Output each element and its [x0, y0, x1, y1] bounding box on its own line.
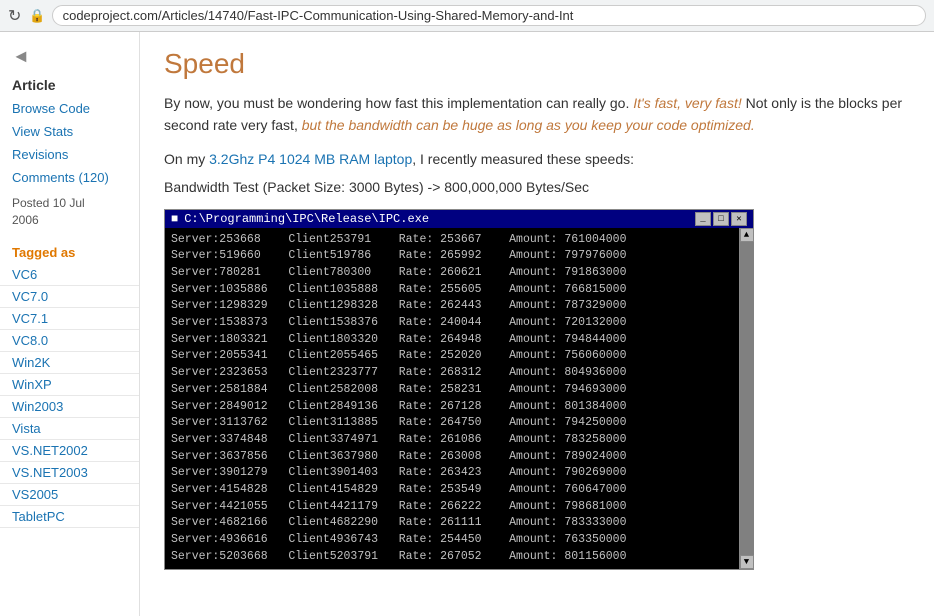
console-scrollbar[interactable]: ▲ ▼: [739, 228, 753, 569]
refresh-icon[interactable]: ↻: [8, 6, 21, 26]
measured-paragraph: On my 3.2Ghz P4 1024 MB RAM laptop, I re…: [164, 151, 910, 167]
console-line: Server:2323653 Client2323777 Rate: 26831…: [171, 365, 733, 382]
nav-view-stats[interactable]: View Stats: [0, 120, 139, 143]
console-title-text: C:\Programming\IPC\Release\IPC.exe: [184, 212, 429, 226]
posted-info: Posted 10 Jul2006: [0, 189, 139, 235]
console-window: ■ C:\Programming\IPC\Release\IPC.exe _ □…: [164, 209, 754, 570]
nav-browse-code[interactable]: Browse Code: [0, 97, 139, 120]
window-controls: _ □ ✕: [695, 212, 747, 226]
tag-vc6[interactable]: VC6: [0, 264, 139, 286]
minimize-button[interactable]: _: [695, 212, 711, 226]
scroll-track: [740, 242, 754, 555]
console-line: Server:5203668 Client5203791 Rate: 26705…: [171, 549, 733, 566]
sidebar: ◄ Article Browse Code View Stats Revisio…: [0, 32, 140, 616]
close-button[interactable]: ✕: [731, 212, 747, 226]
tag-winxp[interactable]: WinXP: [0, 374, 139, 396]
console-line: Server:1803321 Client1803320 Rate: 26494…: [171, 332, 733, 349]
url-bar[interactable]: [52, 5, 926, 26]
console-line: Server:1538373 Client1538376 Rate: 24004…: [171, 315, 733, 332]
console-line: Server:3901279 Client3901403 Rate: 26342…: [171, 465, 733, 482]
laptop-link: 3.2Ghz P4 1024 MB RAM laptop: [209, 151, 412, 167]
console-line: Server:3113762 Client3113885 Rate: 26475…: [171, 415, 733, 432]
main-content: Speed By now, you must be wondering how …: [140, 32, 934, 616]
lock-icon: 🔒: [29, 8, 45, 24]
browser-bar: ↻ 🔒: [0, 0, 934, 32]
tag-vista[interactable]: Vista: [0, 418, 139, 440]
console-line: Server:519660 Client519786 Rate: 265992 …: [171, 248, 733, 265]
tag-vs2005[interactable]: VS2005: [0, 484, 139, 506]
scroll-down-button[interactable]: ▼: [740, 555, 754, 569]
console-line: Server:4154828 Client4154829 Rate: 25354…: [171, 482, 733, 499]
tag-vsnet2002[interactable]: VS.NET2002: [0, 440, 139, 462]
tag-vc80[interactable]: VC8.0: [0, 330, 139, 352]
console-line: Server:1298329 Client1298328 Rate: 26244…: [171, 298, 733, 315]
console-line: Server:4682166 Client4682290 Rate: 26111…: [171, 515, 733, 532]
nav-comments[interactable]: Comments (120): [0, 166, 139, 189]
scroll-up-button[interactable]: ▲: [740, 228, 754, 242]
console-line: Server:4936616 Client4936743 Rate: 25445…: [171, 532, 733, 549]
tag-tabletpc[interactable]: TabletPC: [0, 506, 139, 528]
tagged-as-label: Tagged as: [0, 235, 139, 264]
article-section-title: Article: [0, 71, 139, 97]
console-line: Server:780281 Client780300 Rate: 260621 …: [171, 265, 733, 282]
tag-vsnet2003[interactable]: VS.NET2003: [0, 462, 139, 484]
nav-revisions[interactable]: Revisions: [0, 143, 139, 166]
console-title-left: ■ C:\Programming\IPC\Release\IPC.exe: [171, 212, 429, 226]
console-line: Server:4421055 Client4421179 Rate: 26622…: [171, 499, 733, 516]
console-icon: ■: [171, 212, 178, 226]
page-layout: ◄ Article Browse Code View Stats Revisio…: [0, 32, 934, 616]
console-line: Server:2055341 Client2055465 Rate: 25202…: [171, 348, 733, 365]
back-arrow: ◄: [0, 42, 139, 71]
console-line: Server:2581884 Client2582008 Rate: 25823…: [171, 382, 733, 399]
highlight-bandwidth: but the bandwidth can be huge as long as…: [302, 117, 755, 133]
tag-vc70[interactable]: VC7.0: [0, 286, 139, 308]
tag-win2003[interactable]: Win2003: [0, 396, 139, 418]
console-titlebar: ■ C:\Programming\IPC\Release\IPC.exe _ □…: [165, 210, 753, 228]
highlight-fast: It's fast, very fast!: [633, 95, 741, 111]
page-heading: Speed: [164, 48, 910, 80]
tag-vc71[interactable]: VC7.1: [0, 308, 139, 330]
console-scroll-wrapper: Server:253668 Client253791 Rate: 253667 …: [165, 228, 753, 569]
restore-button[interactable]: □: [713, 212, 729, 226]
console-line: Server:3374848 Client3374971 Rate: 26108…: [171, 432, 733, 449]
intro-paragraph: By now, you must be wondering how fast t…: [164, 92, 910, 137]
tag-win2k[interactable]: Win2K: [0, 352, 139, 374]
console-body: Server:253668 Client253791 Rate: 253667 …: [165, 228, 739, 569]
console-line: Server:1035886 Client1035888 Rate: 25560…: [171, 282, 733, 299]
console-line: Server:2849012 Client2849136 Rate: 26712…: [171, 399, 733, 416]
console-line: Server:3637856 Client3637980 Rate: 26300…: [171, 449, 733, 466]
console-line: Server:253668 Client253791 Rate: 253667 …: [171, 232, 733, 249]
bandwidth-paragraph: Bandwidth Test (Packet Size: 3000 Bytes)…: [164, 179, 910, 195]
